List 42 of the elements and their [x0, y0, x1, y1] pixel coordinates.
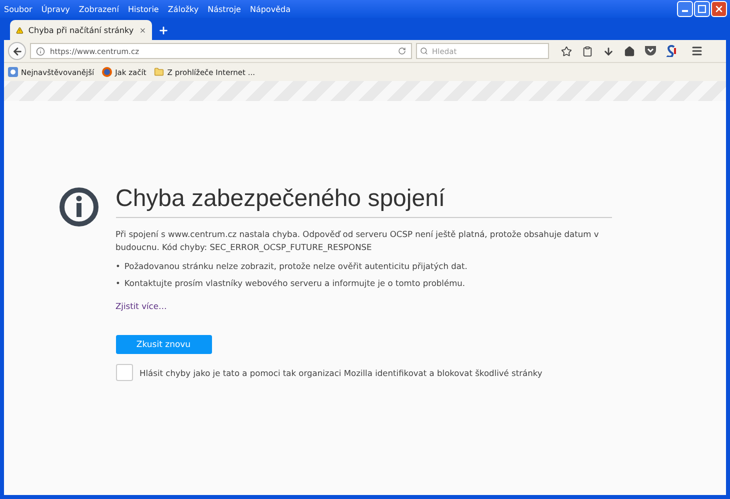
- error-message: Při spojení s www.centrum.cz nastala chyba. Odpověď od serveru OCSP není ještě platná, protože obsahuje datum v budoucnu. Kód chyby: SEC_ERROR_OCSP_FUTURE_RESPONSE: [116, 228, 600, 254]
- folder-icon: [154, 67, 164, 77]
- close-tab-icon[interactable]: [138, 26, 146, 34]
- info-icon[interactable]: [36, 46, 45, 56]
- reload-icon[interactable]: [398, 47, 406, 55]
- star-icon[interactable]: [561, 46, 572, 56]
- clipboard-icon[interactable]: [582, 46, 593, 56]
- learn-more-link[interactable]: Zjistit více…: [116, 301, 167, 311]
- close-icon: [714, 4, 724, 14]
- menu-item[interactable]: Nápověda: [250, 4, 290, 14]
- info-icon: [58, 187, 98, 227]
- browser-tab[interactable]: Chyba při načítání stránky: [10, 20, 152, 40]
- menu-icon[interactable]: [691, 45, 703, 57]
- maximize-button[interactable]: [694, 1, 710, 17]
- bookmark-icon: [8, 67, 18, 77]
- menu-item[interactable]: Záložky: [168, 4, 199, 14]
- menu-item[interactable]: Soubor: [4, 4, 32, 14]
- menu-item[interactable]: Úpravy: [41, 4, 70, 14]
- menu-item[interactable]: Zobrazení: [78, 4, 119, 14]
- report-label: Hlásit chyby jako je tato a pomoci tak organizaci Mozilla identifikovat a blokovat škodlivé stránky: [140, 368, 542, 378]
- error-bullet: Požadovanou stránku nelze zobrazit, protože nelze ověřit autenticitu přijatých dat.: [124, 260, 468, 272]
- close-button[interactable]: [711, 1, 727, 17]
- new-tab-icon[interactable]: [158, 25, 169, 36]
- download-icon[interactable]: [603, 46, 614, 56]
- menu-item[interactable]: Nástroje: [208, 4, 241, 14]
- browser-icon: [102, 67, 112, 77]
- bullet-marker: •: [116, 260, 120, 272]
- home-icon[interactable]: [624, 46, 635, 56]
- menu-item[interactable]: Historie: [128, 4, 159, 14]
- back-arrow-icon: [12, 46, 22, 56]
- back-button[interactable]: [8, 42, 26, 60]
- pocket-icon[interactable]: [645, 46, 656, 56]
- minimize-button[interactable]: [677, 1, 693, 17]
- maximize-icon: [698, 5, 706, 13]
- error-title: Chyba zabezpečeného spojení: [116, 183, 612, 218]
- search-icon: [420, 47, 428, 55]
- extension-icon[interactable]: [666, 45, 677, 57]
- warning-icon: [16, 26, 24, 34]
- bullet-marker: •: [116, 277, 120, 289]
- error-bullet: Kontaktujte prosím vlastníky webového serveru a informujte je o tomto problému.: [124, 277, 466, 289]
- report-checkbox[interactable]: [116, 364, 132, 381]
- retry-button[interactable]: Zkusit znovu: [116, 335, 212, 354]
